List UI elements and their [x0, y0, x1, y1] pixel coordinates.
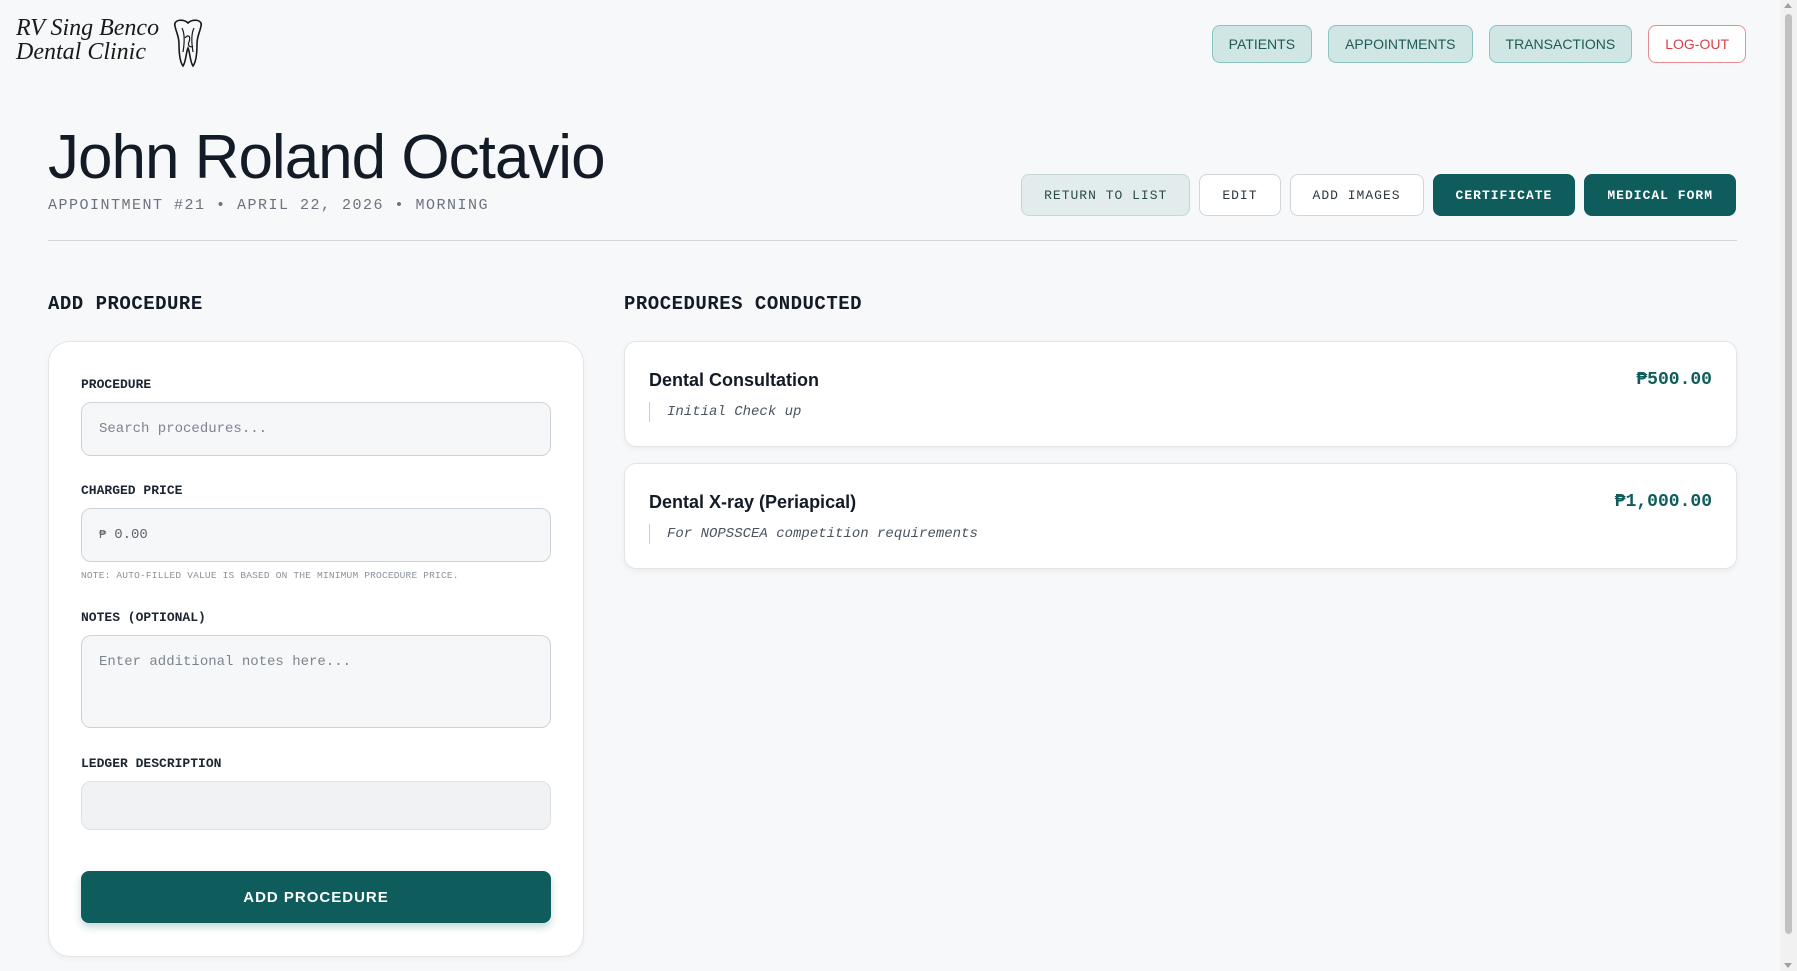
procedure-name: Dental Consultation: [649, 370, 819, 390]
notes-placeholder: Enter additional notes here...: [99, 654, 352, 670]
patient-name: John Roland Octavio: [48, 123, 606, 192]
procedure-search-placeholder: Search procedures...: [99, 421, 268, 437]
charged-price-input[interactable]: ₱ 0.00: [81, 508, 551, 562]
procedure-card: Dental X-ray (Periapical) ₱1,000.00 For …: [624, 463, 1737, 569]
procedure-price: ₱1,000.00: [1614, 492, 1712, 512]
scrollbar-thumb[interactable]: [1785, 14, 1792, 934]
add-procedure-heading: ADD PROCEDURE: [48, 293, 203, 315]
notes-label: NOTES (OPTIONAL): [81, 610, 206, 625]
nav-transactions-button[interactable]: TRANSACTIONS: [1488, 25, 1633, 63]
nav-appointments-button[interactable]: APPOINTMENTS: [1328, 25, 1473, 63]
page-scrollbar[interactable]: [1780, 0, 1797, 971]
currency-symbol: ₱: [99, 528, 107, 542]
top-bar: RV Sing Benco Dental Clinic PATIENTS APP…: [0, 0, 1780, 90]
add-images-button[interactable]: ADD IMAGES: [1289, 174, 1424, 216]
ledger-description-label: LEDGER DESCRIPTION: [81, 756, 222, 771]
scroll-down-arrow-icon[interactable]: [1784, 963, 1792, 968]
procedure-note: Initial Check up: [649, 402, 801, 422]
logout-button[interactable]: LOG-OUT: [1648, 25, 1746, 63]
add-procedure-button[interactable]: ADD PROCEDURE: [81, 871, 551, 923]
main-nav: PATIENTS APPOINTMENTS TRANSACTIONS LOG-O…: [1211, 25, 1746, 63]
price-note: NOTE: AUTO-FILLED VALUE IS BASED ON THE …: [81, 570, 459, 581]
tooth-icon: [169, 18, 207, 73]
ledger-description-input[interactable]: [81, 781, 551, 830]
procedure-search-input[interactable]: Search procedures...: [81, 402, 551, 456]
procedure-card: Dental Consultation ₱500.00 Initial Chec…: [624, 341, 1737, 447]
procedures-conducted-heading: PROCEDURES CONDUCTED: [624, 293, 863, 315]
medical-form-button[interactable]: MEDICAL FORM: [1584, 174, 1736, 216]
appointment-meta: APPOINTMENT #21 • APRIL 22, 2026 • MORNI…: [48, 197, 490, 214]
clinic-name-line1: RV Sing Benco: [16, 15, 160, 41]
charged-price-placeholder: 0.00: [114, 527, 148, 543]
procedure-price: ₱500.00: [1636, 370, 1712, 390]
certificate-button[interactable]: CERTIFICATE: [1432, 174, 1576, 216]
header-divider: [48, 240, 1737, 241]
nav-patients-button[interactable]: PATIENTS: [1211, 25, 1313, 63]
notes-textarea[interactable]: Enter additional notes here...: [81, 635, 551, 728]
procedure-name: Dental X-ray (Periapical): [649, 492, 857, 512]
procedure-note: For NOPSSCEA competition requirements: [649, 524, 978, 544]
procedure-label: PROCEDURE: [81, 377, 152, 392]
add-procedure-form: PROCEDURE Search procedures... CHARGED P…: [48, 341, 584, 957]
edit-button[interactable]: EDIT: [1199, 174, 1281, 216]
clinic-logo[interactable]: RV Sing Benco Dental Clinic: [16, 16, 207, 73]
return-to-list-button[interactable]: RETURN TO LIST: [1021, 174, 1191, 216]
appointment-actions: RETURN TO LIST EDIT ADD IMAGES CERTIFICA…: [1021, 174, 1736, 216]
charged-price-label: CHARGED PRICE: [81, 483, 183, 498]
scroll-up-arrow-icon[interactable]: [1784, 3, 1792, 8]
clinic-name: RV Sing Benco Dental Clinic: [16, 16, 159, 64]
clinic-name-line2: Dental Clinic: [16, 39, 146, 65]
